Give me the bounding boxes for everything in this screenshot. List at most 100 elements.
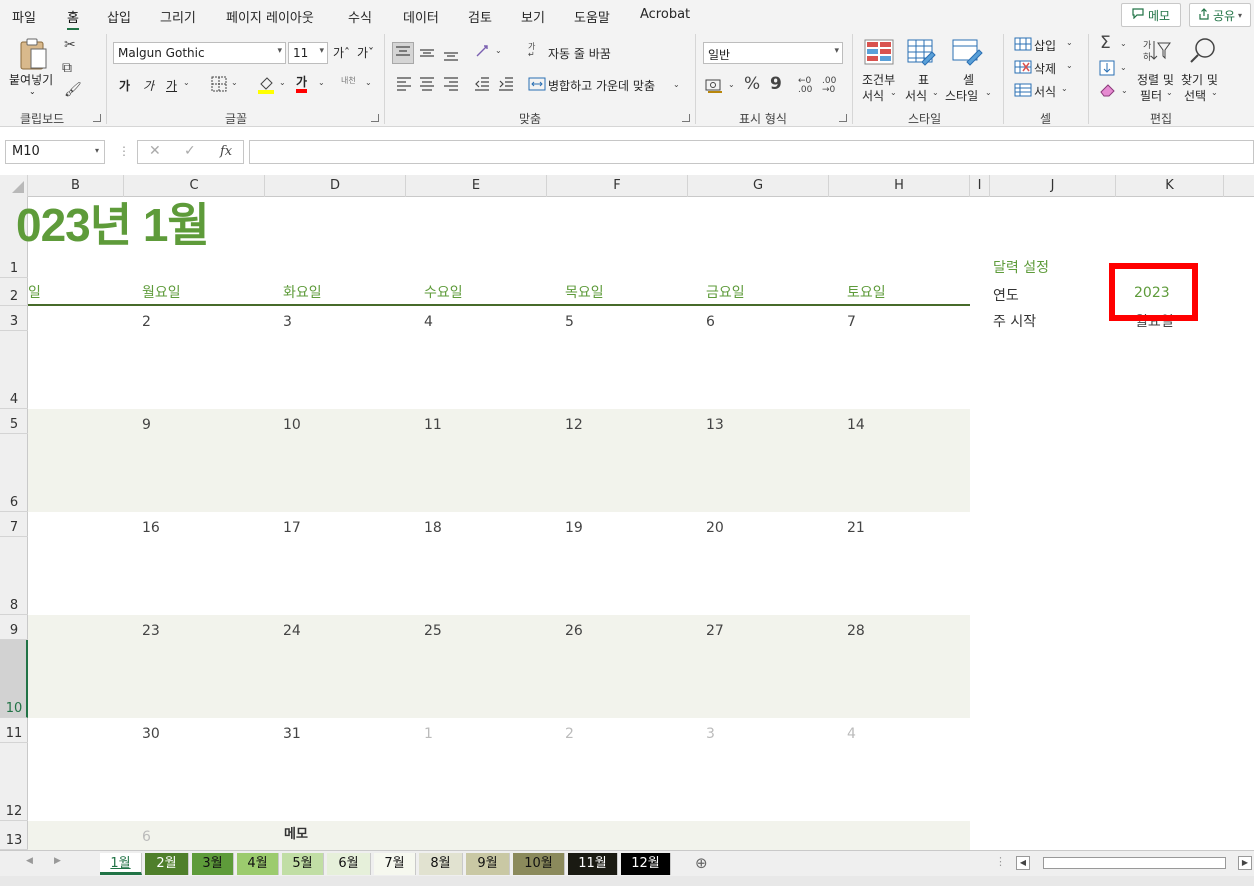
date-cell[interactable]: 31 [283, 726, 301, 742]
find-select-label[interactable]: 찾기 및 [1181, 71, 1218, 88]
date-cell[interactable]: 5 [565, 314, 574, 330]
fill-color-icon[interactable] [257, 74, 275, 97]
date-cell[interactable]: 9 [142, 417, 151, 433]
date-cell-next-month[interactable]: 4 [847, 726, 856, 742]
clipboard-launcher-icon[interactable] [93, 114, 101, 122]
decrease-decimal-icon[interactable]: .00 →0 [822, 77, 836, 95]
cut-icon[interactable]: ✂ [64, 38, 76, 52]
row-header-13[interactable]: 13 [0, 821, 28, 850]
sort-filter-label-2[interactable]: 필터 [1140, 87, 1162, 104]
chevron-down-icon[interactable]: ⌄ [728, 81, 735, 89]
menu-data[interactable]: 데이터 [403, 7, 439, 26]
row-header-8[interactable]: 8 [0, 537, 28, 615]
cell-styles-label-2[interactable]: 스타일 [945, 87, 978, 104]
sheet-tab[interactable]: 2월 [145, 853, 189, 875]
conditional-formatting-label-2[interactable]: 서식 [862, 87, 884, 104]
format-cells-icon[interactable] [1014, 83, 1032, 100]
sheet-tab[interactable]: 9월 [466, 853, 510, 875]
date-cell[interactable]: 6 [706, 314, 715, 330]
menu-insert[interactable]: 삽입 [107, 7, 131, 26]
date-cell[interactable]: 30 [142, 726, 160, 742]
menu-page-layout[interactable]: 페이지 레이아웃 [226, 7, 314, 26]
chevron-down-icon[interactable]: ⌄ [183, 79, 190, 87]
sheet-tab[interactable]: 11월 [568, 853, 618, 875]
chevron-down-icon[interactable]: ⌄ [495, 47, 502, 55]
date-cell[interactable]: 28 [847, 623, 865, 639]
sheet-tab[interactable]: 12월 [621, 853, 671, 875]
chevron-down-icon[interactable]: ⌄ [1166, 89, 1173, 97]
sheet-tab[interactable]: 10월 [513, 853, 565, 875]
date-cell[interactable]: 4 [424, 314, 433, 330]
date-cell[interactable]: 17 [283, 520, 301, 536]
number-launcher-icon[interactable] [839, 114, 847, 122]
font-size-select[interactable]: 11 ▾ [288, 42, 328, 64]
column-header-g[interactable]: G [688, 175, 829, 197]
fill-icon[interactable] [1099, 60, 1115, 79]
date-cell[interactable]: 3 [283, 314, 292, 330]
menu-review[interactable]: 검토 [468, 7, 492, 26]
date-cell[interactable]: 26 [565, 623, 583, 639]
scroll-right-icon[interactable]: ▶ [1238, 856, 1252, 870]
increase-decimal-icon[interactable]: ←0.00 [798, 77, 812, 95]
sheet-tab[interactable]: 5월 [282, 853, 324, 875]
percent-style-icon[interactable]: % [744, 76, 760, 93]
date-cell[interactable]: 13 [706, 417, 724, 433]
menu-help[interactable]: 도움말 [574, 7, 610, 26]
date-cell[interactable]: 24 [283, 623, 301, 639]
copy-icon[interactable]: ⧉ [62, 61, 72, 75]
font-color-button[interactable]: 가 [296, 75, 308, 93]
enter-icon[interactable]: ✓ [184, 143, 196, 159]
sheet-tab[interactable]: 8월 [419, 853, 463, 875]
menu-home[interactable]: 홈 [67, 7, 79, 31]
date-cell[interactable]: 2 [142, 314, 151, 330]
more-options-icon[interactable]: ⋮ [118, 144, 130, 158]
sheet-tab[interactable]: 7월 [374, 853, 416, 875]
date-cell[interactable]: 18 [424, 520, 442, 536]
row-header-11[interactable]: 11 [0, 718, 28, 743]
format-as-table-label-2[interactable]: 서식 [905, 87, 927, 104]
date-cell[interactable]: 11 [424, 417, 442, 433]
menu-file[interactable]: 파일 [12, 7, 36, 26]
align-top-button[interactable] [392, 42, 414, 64]
font-launcher-icon[interactable] [371, 114, 379, 122]
row-header-4[interactable]: 4 [0, 331, 28, 409]
chevron-down-icon[interactable]: ⌄ [673, 81, 680, 89]
horizontal-scrollbar[interactable] [1043, 857, 1226, 869]
formula-input[interactable] [249, 140, 1254, 164]
chevron-down-icon[interactable]: ⌄ [279, 79, 286, 87]
chevron-down-icon[interactable]: ⌄ [365, 79, 372, 87]
number-format-select[interactable]: 일반 ▾ [703, 42, 843, 64]
menu-view[interactable]: 보기 [521, 7, 545, 26]
delete-cells-button[interactable]: 삭제 [1034, 60, 1056, 77]
insert-cells-button[interactable]: 삽입 [1034, 37, 1056, 54]
align-right-icon[interactable] [442, 76, 460, 95]
sheet-tab[interactable]: 1월 [100, 853, 142, 875]
column-header-k[interactable]: K [1116, 175, 1224, 197]
column-header-j[interactable]: J [990, 175, 1116, 197]
row-header-10[interactable]: 10 [0, 640, 28, 718]
add-sheet-icon[interactable]: ⊕ [695, 854, 708, 872]
row-header-9[interactable]: 9 [0, 615, 28, 640]
insert-cells-icon[interactable] [1014, 37, 1032, 54]
find-select-label-2[interactable]: 선택 [1184, 87, 1206, 104]
chevron-down-icon[interactable]: ⌄ [318, 79, 325, 87]
format-cells-button[interactable]: 서식 [1034, 83, 1056, 100]
paste-icon[interactable] [18, 37, 48, 74]
format-as-table-label[interactable]: 표 [918, 71, 929, 88]
accounting-format-icon[interactable] [705, 77, 725, 96]
autosum-icon[interactable]: Σ [1100, 35, 1111, 52]
orientation-icon[interactable] [474, 42, 494, 63]
align-bottom-icon[interactable] [442, 44, 460, 65]
date-cell[interactable]: 10 [283, 417, 301, 433]
menu-formulas[interactable]: 수식 [348, 7, 372, 26]
chevron-down-icon[interactable]: ⌄ [1061, 85, 1068, 93]
chevron-down-icon[interactable]: ⌄ [985, 89, 992, 97]
column-header-h[interactable]: H [829, 175, 970, 197]
decrease-indent-icon[interactable] [473, 76, 491, 95]
date-cell-next-month[interactable]: 3 [706, 726, 715, 742]
delete-cells-icon[interactable] [1014, 60, 1032, 77]
conditional-formatting-label[interactable]: 조건부 [862, 71, 895, 88]
chevron-down-icon[interactable]: ⌄ [29, 87, 36, 96]
chevron-down-icon[interactable]: ⌄ [231, 79, 238, 87]
date-cell[interactable]: 21 [847, 520, 865, 536]
